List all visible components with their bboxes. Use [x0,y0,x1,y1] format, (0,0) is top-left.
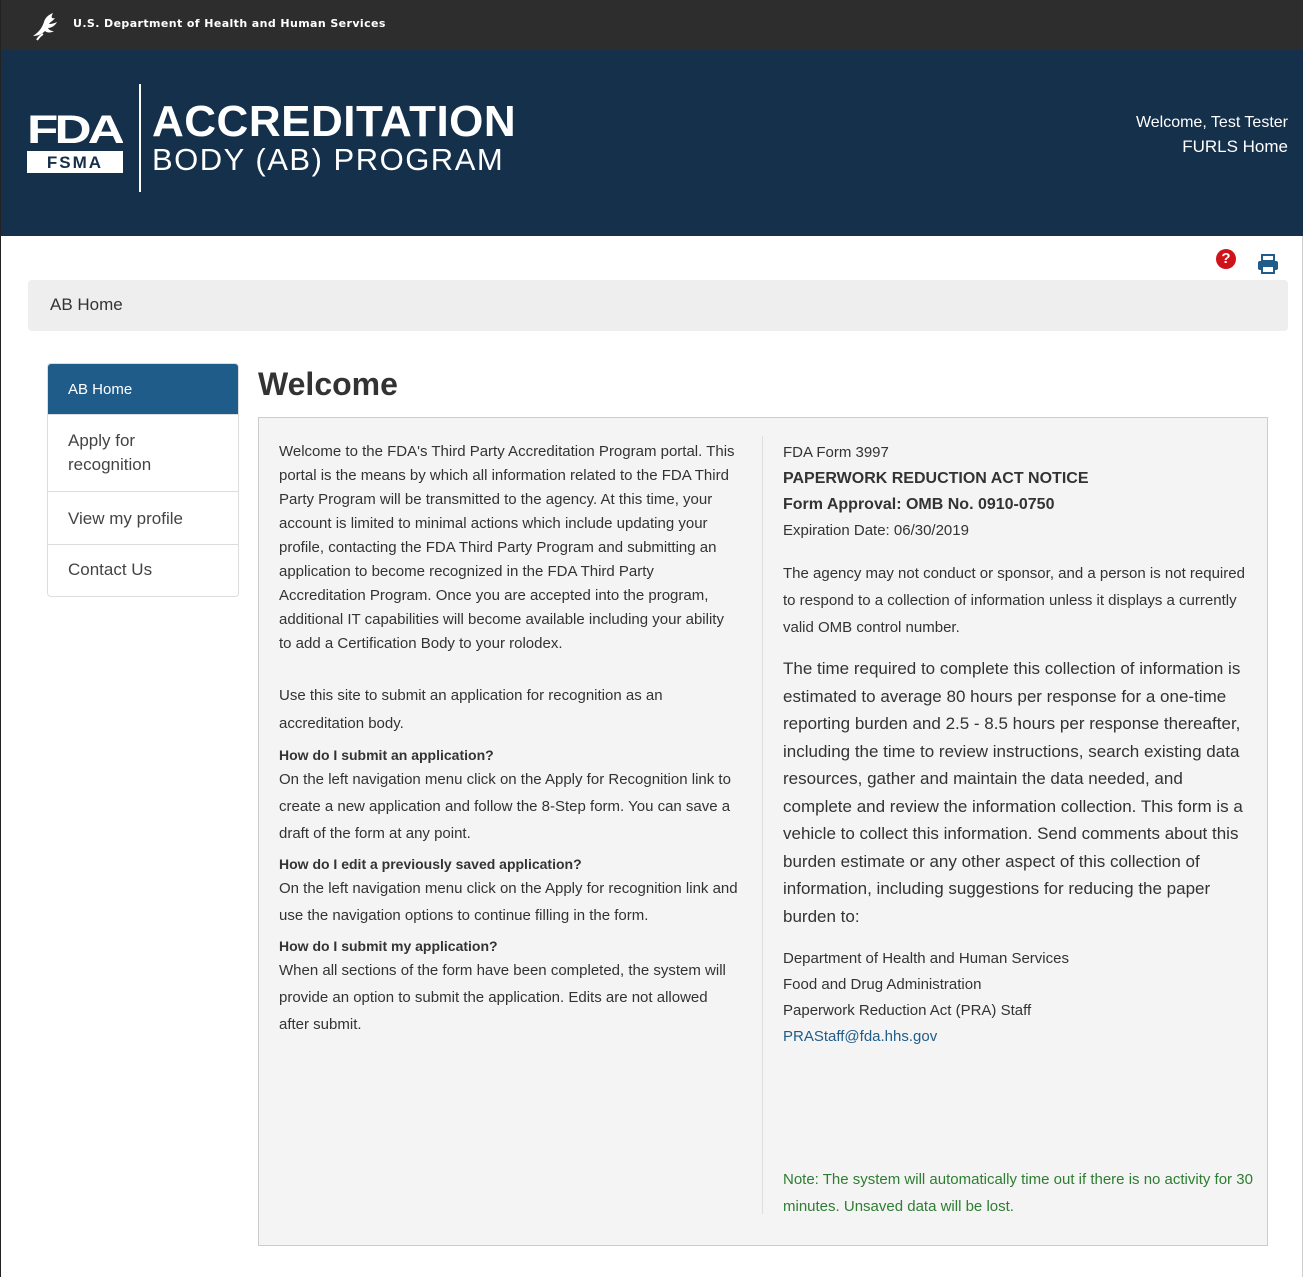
question-circle-icon[interactable]: ? [1216,249,1236,269]
expiration-date: Expiration Date: 06/30/2019 [783,522,969,539]
use-site-paragraph: Use this site to submit an application f… [279,687,663,732]
address-line: Paperwork Reduction Act (PRA) Staff [783,1002,1032,1019]
pra-notice-title: PAPERWORK REDUCTION ACT NOTICE [783,470,1089,487]
logo-divider [139,84,141,192]
welcome-user-label: Welcome, Test Tester [1135,114,1288,131]
hhs-department-label: U.S. Department of Health and Human Serv… [73,17,386,30]
column-divider [762,436,763,1214]
faq-question: How do I edit a previously saved applica… [279,856,582,872]
breadcrumb-current: AB Home [50,295,123,314]
sidebar-item-view-my-profile[interactable]: View my profile [48,492,238,545]
sidebar-item-apply-line2: recognition [68,455,152,474]
faq-question: How do I submit my application? [279,938,498,954]
burden-estimate-paragraph: The time required to complete this colle… [783,659,1243,926]
agency-notice-paragraph: The agency may not conduct or sponsor, a… [783,565,1245,636]
page-title: Welcome [258,366,398,402]
furls-home-link[interactable]: FURLS Home [1182,137,1288,157]
fda-fsma-logo: FDA FSMA [27,108,123,173]
print-icon[interactable] [1257,254,1279,274]
breadcrumb: AB Home [28,280,1288,331]
program-title-line1: ACCREDITATION [152,97,517,146]
sidebar-item-contact-us[interactable]: Contact Us [48,545,238,596]
pra-address: Department of Health and Human Services … [783,946,1253,1050]
timeout-note: Note: The system will automatically time… [783,1171,1253,1215]
faq-answer: When all sections of the form have been … [279,962,726,1033]
form-approval-number: Form Approval: OMB No. 0910-0750 [783,496,1055,513]
address-line: Department of Health and Human Services [783,950,1069,967]
fda-logo-text: FDA [27,108,123,152]
sidebar-item-apply-line1: Apply for [68,431,136,450]
faq-answer: On the left navigation menu click on the… [279,880,738,924]
intro-paragraph: Welcome to the FDA's Third Party Accredi… [279,443,735,652]
welcome-info-column: Welcome to the FDA's Third Party Accredi… [279,440,739,1038]
welcome-panel: Welcome to the FDA's Third Party Accredi… [258,417,1268,1246]
pra-email-link[interactable]: PRAStaff@fda.hhs.gov [783,1028,937,1045]
sidebar-item-ab-home[interactable]: AB Home [48,364,238,415]
form-number: FDA Form 3997 [783,444,889,461]
hhs-top-bar: U.S. Department of Health and Human Serv… [1,0,1303,50]
fsma-logo-text: FSMA [47,153,103,172]
faq-answer: On the left navigation menu click on the… [279,771,731,842]
program-title-line2: BODY (AB) PROGRAM [152,142,505,177]
sidebar-nav: AB Home Apply for recognition View my pr… [47,363,239,597]
hhs-eagle-icon [33,13,57,41]
sidebar-item-apply-for-recognition[interactable]: Apply for recognition [48,415,238,492]
paperwork-notice-column: FDA Form 3997 PAPERWORK REDUCTION ACT NO… [783,440,1253,1050]
address-line: Food and Drug Administration [783,976,982,993]
faq-question: How do I submit an application? [279,747,494,763]
